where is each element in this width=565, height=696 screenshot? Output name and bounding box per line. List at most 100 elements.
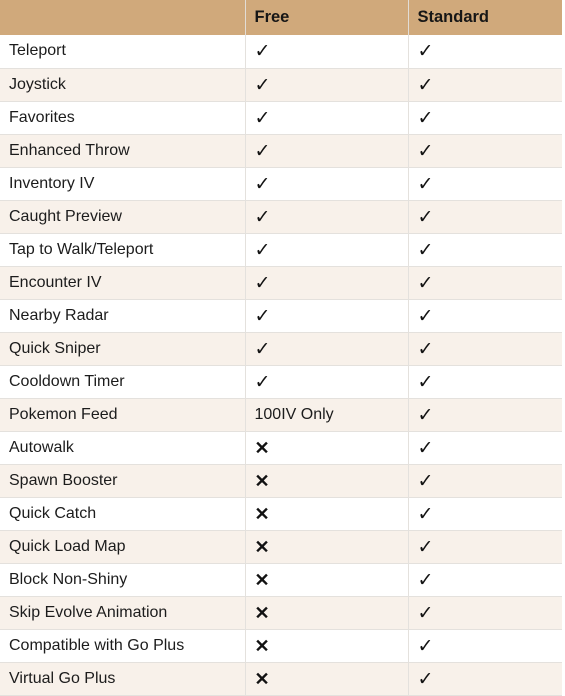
check-icon: ✓ bbox=[417, 338, 434, 360]
table-row: Cooldown Timer ✓ ✓ bbox=[0, 365, 562, 399]
cell-standard: ✓ bbox=[408, 35, 562, 69]
table-row: Tap to Walk/Teleport ✓ ✓ bbox=[0, 233, 562, 267]
table-header: Free Standard bbox=[0, 0, 562, 35]
column-header-feature bbox=[0, 0, 246, 35]
cell-free: ✓ bbox=[245, 365, 409, 399]
cross-icon: ✕ bbox=[254, 668, 270, 689]
check-icon: ✓ bbox=[417, 404, 434, 426]
cell-free: ✓ bbox=[245, 101, 409, 135]
check-icon: ✓ bbox=[254, 239, 271, 261]
table-row: Pokemon Feed 100IV Only ✓ bbox=[0, 398, 562, 432]
cell-free: ✕ bbox=[245, 431, 409, 465]
check-icon: ✓ bbox=[417, 107, 434, 129]
check-icon: ✓ bbox=[254, 305, 271, 327]
table-row: Teleport ✓ ✓ bbox=[0, 35, 562, 69]
table-row: Autowalk ✕ ✓ bbox=[0, 431, 562, 465]
check-icon: ✓ bbox=[417, 503, 434, 525]
cell-standard: ✓ bbox=[408, 134, 562, 168]
cell-standard: ✓ bbox=[408, 167, 562, 201]
cell-free: ✕ bbox=[245, 563, 409, 597]
cell-feature: Tap to Walk/Teleport bbox=[0, 233, 246, 267]
check-icon: ✓ bbox=[417, 569, 434, 591]
cell-standard: ✓ bbox=[408, 200, 562, 234]
check-icon: ✓ bbox=[417, 305, 434, 327]
check-icon: ✓ bbox=[254, 140, 271, 162]
table-row: Caught Preview ✓ ✓ bbox=[0, 200, 562, 234]
cross-icon: ✕ bbox=[254, 437, 270, 458]
cell-standard: ✓ bbox=[408, 398, 562, 432]
cell-feature: Skip Evolve Animation bbox=[0, 596, 246, 630]
check-icon: ✓ bbox=[254, 41, 271, 63]
check-icon: ✓ bbox=[254, 107, 271, 129]
cell-standard: ✓ bbox=[408, 497, 562, 531]
check-icon: ✓ bbox=[254, 371, 271, 393]
check-icon: ✓ bbox=[254, 173, 271, 195]
table-row: Enhanced Throw ✓ ✓ bbox=[0, 134, 562, 168]
cell-feature: Nearby Radar bbox=[0, 299, 246, 333]
cell-feature: Block Non-Shiny bbox=[0, 563, 246, 597]
cell-free: 100IV Only bbox=[245, 398, 409, 432]
column-header-standard: Standard bbox=[408, 0, 562, 35]
cross-icon: ✕ bbox=[254, 536, 270, 557]
check-icon: ✓ bbox=[417, 140, 434, 162]
table-row: Virtual Go Plus ✕ ✓ bbox=[0, 662, 562, 696]
cell-feature: Encounter IV bbox=[0, 266, 246, 300]
cell-free: ✕ bbox=[245, 464, 409, 498]
cell-free: ✕ bbox=[245, 530, 409, 564]
cell-standard: ✓ bbox=[408, 431, 562, 465]
check-icon: ✓ bbox=[417, 371, 434, 393]
cell-standard: ✓ bbox=[408, 233, 562, 267]
table-row: Joystick ✓ ✓ bbox=[0, 68, 562, 102]
check-icon: ✓ bbox=[417, 272, 434, 294]
cell-standard: ✓ bbox=[408, 596, 562, 630]
cell-standard: ✓ bbox=[408, 68, 562, 102]
cell-feature: Enhanced Throw bbox=[0, 134, 246, 168]
table-row: Spawn Booster ✕ ✓ bbox=[0, 464, 562, 498]
feature-comparison-table: Free Standard Teleport ✓ ✓ Joystick ✓ ✓ Favori… bbox=[0, 0, 562, 696]
check-icon: ✓ bbox=[417, 536, 434, 558]
cell-free: ✓ bbox=[245, 68, 409, 102]
cell-feature: Quick Sniper bbox=[0, 332, 246, 366]
cross-icon: ✕ bbox=[254, 569, 270, 590]
cell-feature: Cooldown Timer bbox=[0, 365, 246, 399]
table-row: Quick Sniper ✓ ✓ bbox=[0, 332, 562, 366]
cell-standard: ✓ bbox=[408, 464, 562, 498]
cell-feature: Quick Catch bbox=[0, 497, 246, 531]
cell-value-text: 100IV Only bbox=[254, 405, 334, 423]
cross-icon: ✕ bbox=[254, 635, 270, 656]
cell-feature: Spawn Booster bbox=[0, 464, 246, 498]
check-icon: ✓ bbox=[417, 239, 434, 261]
cross-icon: ✕ bbox=[254, 503, 270, 524]
table-row: Inventory IV ✓ ✓ bbox=[0, 167, 562, 201]
check-icon: ✓ bbox=[417, 470, 434, 492]
cross-icon: ✕ bbox=[254, 602, 270, 623]
cross-icon: ✕ bbox=[254, 470, 270, 491]
cell-standard: ✓ bbox=[408, 299, 562, 333]
check-icon: ✓ bbox=[254, 272, 271, 294]
cell-feature: Joystick bbox=[0, 68, 246, 102]
check-icon: ✓ bbox=[254, 74, 271, 96]
cell-standard: ✓ bbox=[408, 530, 562, 564]
cell-free: ✓ bbox=[245, 200, 409, 234]
cell-standard: ✓ bbox=[408, 101, 562, 135]
table-row: Compatible with Go Plus ✕ ✓ bbox=[0, 629, 562, 663]
table-row: Encounter IV ✓ ✓ bbox=[0, 266, 562, 300]
cell-free: ✓ bbox=[245, 266, 409, 300]
check-icon: ✓ bbox=[417, 173, 434, 195]
table-header-row: Free Standard bbox=[0, 0, 562, 35]
cell-free: ✕ bbox=[245, 662, 409, 696]
cell-free: ✓ bbox=[245, 233, 409, 267]
check-icon: ✓ bbox=[417, 206, 434, 228]
cell-free: ✕ bbox=[245, 596, 409, 630]
cell-feature: Pokemon Feed bbox=[0, 398, 246, 432]
check-icon: ✓ bbox=[417, 437, 434, 459]
table-row: Skip Evolve Animation ✕ ✓ bbox=[0, 596, 562, 630]
cell-free: ✓ bbox=[245, 299, 409, 333]
cell-free: ✓ bbox=[245, 167, 409, 201]
table-row: Quick Load Map ✕ ✓ bbox=[0, 530, 562, 564]
cell-free: ✕ bbox=[245, 497, 409, 531]
cell-standard: ✓ bbox=[408, 365, 562, 399]
table-row: Nearby Radar ✓ ✓ bbox=[0, 299, 562, 333]
cell-free: ✓ bbox=[245, 332, 409, 366]
cell-standard: ✓ bbox=[408, 266, 562, 300]
